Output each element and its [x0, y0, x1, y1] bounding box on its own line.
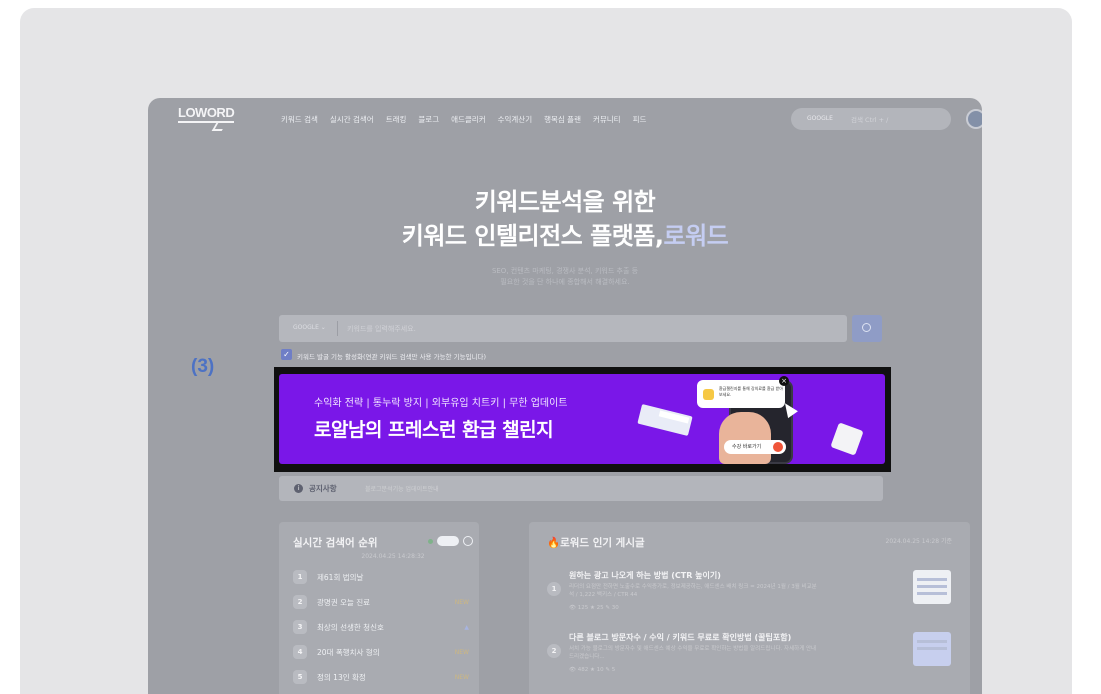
rank-number: 1: [293, 570, 307, 584]
menu-item-revenue-calculator[interactable]: 수익계산기: [498, 114, 533, 125]
info-icon: i: [294, 484, 303, 493]
page-background: LOWORD 키워드 검색 실시간 검색어 트래킹 블로그 애드클리커 수익계산…: [20, 8, 1072, 694]
post-title[interactable]: 원하는 광고 나오게 하는 방법 (CTR 높이기): [569, 570, 721, 581]
search-placeholder: 키워드를 입력해주세요.: [347, 325, 416, 333]
search-button[interactable]: [852, 315, 882, 342]
menu-item-realtime[interactable]: 실시간 검색어: [330, 114, 374, 125]
thumbnail-line: [917, 647, 947, 650]
banner-tagline: 수익화 전략 | 통누락 방지 | 외부유입 치트키 | 무한 업데이트: [314, 398, 568, 409]
box-illustration: [830, 422, 864, 456]
rank-keyword: 제61회 법의날: [317, 572, 364, 582]
coin-icon: [703, 389, 714, 400]
search-divider: [337, 321, 338, 336]
list-item[interactable]: 2 광명권 오늘 진료 NEW: [293, 595, 469, 609]
menu-item-tracking[interactable]: 트래킹: [386, 114, 407, 125]
promo-banner[interactable]: 수익화 전략 | 통누락 방지 | 외부유입 치트키 | 무한 업데이트 로알남…: [279, 374, 885, 464]
post-number: 2: [547, 644, 561, 658]
search-icon: [862, 323, 871, 332]
list-item[interactable]: 5 정의 13인 확정 NEW: [293, 670, 469, 684]
hero-subtitle-line1: SEO, 컨텐츠 마케팅, 경쟁사 분석, 키워드 추출 등: [491, 267, 639, 275]
banner-popup-card: 환급챌린지를 통해 강의료를 환급 받아 보세요. ×: [697, 376, 789, 408]
popular-posts-panel: 🔥로워드 인기 게시글 2024.04.25 14:28 기준 1 원하는 광고…: [529, 522, 970, 694]
keyword-search-input[interactable]: GOOGLE ⌄ 키워드를 입력해주세요.: [279, 315, 847, 342]
post-meta: 👁 482 ★ 10 ✎ 5: [569, 667, 616, 673]
rank-badge: ▲: [464, 623, 469, 631]
post-description: 서치 가능 블로그의 방문자수 및 애드센스 예상 수익을 무료로 확인하는 방…: [569, 646, 817, 660]
arrow-icon: [773, 442, 783, 452]
list-item[interactable]: 2 다른 블로그 방문자수 / 수익 / 키워드 무료로 확인방법 (꿀팁포함)…: [547, 628, 959, 680]
banner-cta-button[interactable]: 수강 바로가기: [724, 440, 786, 454]
thumbnail-line: [917, 585, 947, 588]
hand-illustration: [719, 412, 771, 464]
hero-title-line1: 키워드분석을 위한: [474, 188, 656, 216]
realtime-title: 실시간 검색어 순위: [293, 537, 378, 549]
hero-subtitle-line2: 필요한 것을 단 하나에 종합해서 해결하세요.: [500, 278, 630, 286]
list-item[interactable]: 1 원하는 광고 나오게 하는 방법 (CTR 높이기) 리더의 요점만 전하면…: [547, 566, 959, 618]
rank-number: 2: [293, 595, 307, 609]
rank-number: 4: [293, 645, 307, 659]
list-item[interactable]: 1 제61회 법의날: [293, 570, 469, 584]
rank-badge: NEW: [454, 673, 469, 681]
rank-number: 5: [293, 670, 307, 684]
rank-keyword: 정의 13인 확정: [317, 672, 366, 682]
realtime-toggle[interactable]: [437, 536, 459, 546]
rank-keyword: 20대 폭행치사 형의: [317, 647, 380, 657]
rank-keyword: 광명권 오늘 진료: [317, 597, 371, 607]
banner-card-text: 환급챌린지를 통해 강의료를 환급 받아 보세요.: [719, 386, 783, 397]
search-engine-select[interactable]: GOOGLE ⌄: [293, 324, 326, 331]
post-thumbnail[interactable]: [913, 570, 951, 604]
notice-bar[interactable]: i 공지사항 블로그분석기능 업데이트안내: [279, 476, 883, 501]
menu-item-blog[interactable]: 블로그: [418, 114, 439, 125]
menu-item-plan[interactable]: 행복심 플랜: [544, 114, 581, 125]
banner-headline: 로알남의 프레스런 환급 챌린지: [314, 419, 554, 441]
hero-subtitle: SEO, 컨텐츠 마케팅, 경쟁사 분석, 키워드 추출 등 필요한 것을 단 …: [148, 266, 982, 288]
nav-search-input[interactable]: GOOGLE 검색 Ctrl + /: [791, 108, 951, 130]
post-description: 리더의 요점만 전하면 노출수로 수익증가로, 정보제공하는, 애드센스 배치 …: [569, 584, 817, 598]
keyword-discovery-checkbox[interactable]: ✓: [281, 349, 292, 360]
logo-speech-tail: [211, 123, 227, 131]
avatar[interactable]: [966, 109, 982, 129]
thumbnail-line: [917, 592, 947, 595]
rank-badge: NEW: [454, 598, 469, 606]
rank-number: 3: [293, 620, 307, 634]
post-title[interactable]: 다른 블로그 방문자수 / 수익 / 키워드 무료로 확인방법 (꿀팁포함): [569, 632, 791, 643]
banner-cta-label: 수강 바로가기: [732, 444, 762, 450]
hero-title-main: 키워드 인텔리전스 플랫폼,: [401, 222, 664, 250]
rank-badge: NEW: [454, 648, 469, 656]
post-thumbnail[interactable]: [913, 632, 951, 666]
notice-label: 공지사항: [309, 484, 337, 493]
menu-item-feed[interactable]: 피드: [633, 114, 647, 125]
thumbnail-line: [917, 578, 947, 581]
notice-text[interactable]: 블로그분석기능 업데이트안내: [365, 484, 439, 493]
post-meta: 👁 125 ★ 25 ✎ 30: [569, 605, 619, 611]
search-engine-label: GOOGLE: [293, 324, 319, 331]
top-navigation: LOWORD 키워드 검색 실시간 검색어 트래킹 블로그 애드클리커 수익계산…: [148, 98, 982, 142]
realtime-updated: 2024.04.25 14:28:32: [361, 553, 425, 560]
menu-item-keyword-search[interactable]: 키워드 검색: [281, 114, 318, 125]
refresh-icon[interactable]: [463, 536, 473, 546]
hero-title-line2: 키워드 인텔리전스 플랫폼,로워드: [148, 216, 982, 251]
keyword-discovery-label: 키워드 발굴 기능 활성화(연관 키워드 검색만 사용 가능한 기능입니다): [297, 353, 487, 361]
menu-item-adclicker[interactable]: 애드클리커: [451, 114, 486, 125]
realtime-ranking-panel: 실시간 검색어 순위 2024.04.25 14:28:32 1 제61회 법의…: [279, 522, 479, 694]
nav-search-placeholder: 검색 Ctrl + /: [851, 116, 889, 124]
list-item[interactable]: 4 20대 폭행치사 형의 NEW: [293, 645, 469, 659]
main-menu: 키워드 검색 실시간 검색어 트래킹 블로그 애드클리커 수익계산기 행복심 플…: [281, 114, 646, 125]
annotation-marker: (3): [191, 356, 215, 377]
close-icon: ×: [779, 376, 789, 386]
screenshot-frame: LOWORD 키워드 검색 실시간 검색어 트래킹 블로그 애드클리커 수익계산…: [148, 98, 982, 694]
popular-date: 2024.04.25 14:28 기준: [885, 538, 953, 545]
nav-search-engine[interactable]: GOOGLE: [807, 115, 833, 122]
hero-title-accent: 로워드: [663, 222, 729, 250]
logo[interactable]: LOWORD: [178, 105, 235, 123]
post-number: 1: [547, 582, 561, 596]
live-indicator-icon: [428, 539, 433, 544]
menu-item-community[interactable]: 커뮤니티: [593, 114, 621, 125]
thumbnail-line: [917, 640, 947, 643]
popular-title: 🔥로워드 인기 게시글: [547, 537, 645, 549]
rank-keyword: 최상의 선생한 청신호: [317, 622, 384, 632]
list-item[interactable]: 3 최상의 선생한 청신호 ▲: [293, 620, 469, 634]
